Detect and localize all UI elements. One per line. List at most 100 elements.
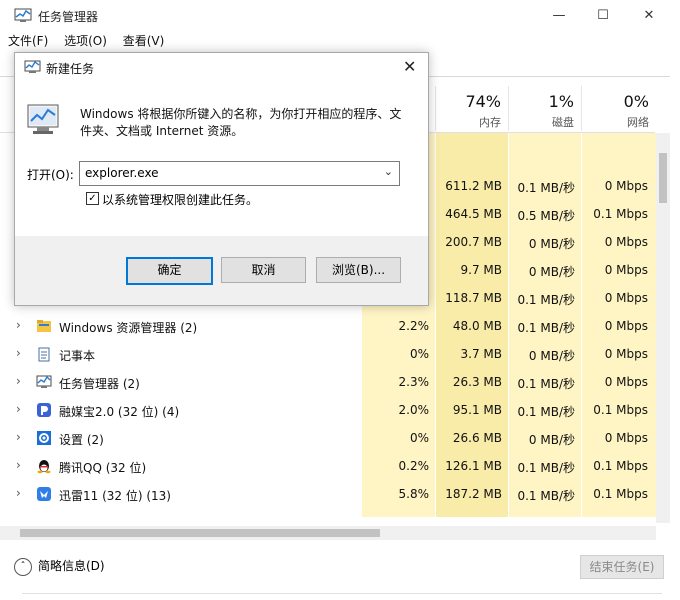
memory-cell: 95.1 MB [452, 403, 502, 417]
disk-cell: 0 MB/秒 [528, 349, 575, 363]
memory-cell: 118.7 MB [445, 291, 502, 305]
process-name: Windows 资源管理器 (2) [59, 321, 198, 335]
cpu-cell: 0.2% [398, 459, 430, 473]
column-header-memory[interactable]: 74% 内存 [435, 86, 508, 131]
disk-percent: 1% [548, 92, 574, 111]
network-cell: 0.1 Mbps [593, 207, 648, 221]
task-manager-icon [36, 374, 52, 390]
network-cell: 0 Mbps [604, 319, 648, 333]
process-row[interactable]: › 腾讯QQ (32 位) 0.2% 126.1 MB 0.1 MB/秒 0.1… [0, 452, 655, 480]
admin-checkbox-label[interactable]: 以系统管理权限创建此任务。 [102, 191, 258, 208]
cpu-cell: 2.0% [398, 403, 430, 417]
memory-cell: 9.7 MB [460, 263, 502, 277]
disk-cell: 0.1 MB/秒 [517, 377, 575, 391]
chevron-right-icon[interactable]: › [16, 346, 21, 360]
task-manager-icon [14, 8, 32, 27]
title-bar: 任务管理器 — ☐ ✕ [0, 0, 680, 31]
network-cell: 0 Mbps [604, 431, 648, 445]
process-row[interactable]: › 记事本 0% 3.7 MB 0 MB/秒 0 Mbps [0, 340, 655, 368]
end-task-button[interactable]: 结束任务(E) [580, 555, 664, 579]
cpu-cell: 2.2% [398, 319, 430, 333]
menu-options[interactable]: 选项(O) [64, 31, 107, 51]
network-cell: 0 Mbps [604, 235, 648, 249]
scrollbar-thumb[interactable] [659, 153, 667, 203]
memory-label: 内存 [479, 116, 501, 129]
chevron-right-icon[interactable]: › [16, 486, 21, 500]
qq-icon [36, 458, 52, 474]
network-cell: 0 Mbps [604, 375, 648, 389]
network-cell: 0 Mbps [604, 347, 648, 361]
process-row[interactable]: › 迅雷11 (32 位) (13) 5.8% 187.2 MB 0.1 MB/… [0, 480, 655, 508]
close-button[interactable]: ✕ [626, 0, 672, 31]
cpu-cell: 2.3% [398, 375, 430, 389]
memory-cell: 48.0 MB [452, 319, 502, 333]
menu-file[interactable]: 文件(F) [8, 31, 48, 51]
dialog-description: Windows 将根据你所键入的名称，为你打开相应的程序、文件夹、文档或 Int… [80, 107, 402, 138]
menu-bar: 文件(F) 选项(O) 查看(V) [8, 31, 176, 51]
admin-checkbox[interactable]: ✓ [86, 192, 99, 205]
chevron-right-icon[interactable]: › [16, 374, 21, 388]
dialog-title: 新建任务 [46, 62, 95, 76]
memory-cell: 200.7 MB [445, 235, 502, 249]
process-name: 任务管理器 (2) [59, 377, 140, 391]
network-cell: 0.1 Mbps [593, 459, 648, 473]
disk-cell: 0.1 MB/秒 [517, 181, 575, 195]
memory-cell: 26.3 MB [452, 375, 502, 389]
network-percent: 0% [623, 92, 649, 111]
network-label: 网络 [627, 116, 649, 129]
notepad-icon [36, 346, 52, 362]
cpu-cell: 5.8% [398, 487, 430, 501]
process-name: 记事本 [59, 349, 96, 363]
ok-button[interactable]: 确定 [126, 257, 213, 285]
browse-button[interactable]: 浏览(B)... [316, 257, 401, 283]
cancel-button[interactable]: 取消 [221, 257, 306, 283]
open-combobox[interactable]: explorer.exe ⌄ [79, 161, 400, 186]
chevron-right-icon[interactable]: › [16, 430, 21, 444]
memory-cell: 126.1 MB [445, 459, 502, 473]
column-header-network[interactable]: 0% 网络 [581, 86, 656, 131]
xunlei-icon [36, 486, 52, 502]
disk-cell: 0.1 MB/秒 [517, 489, 575, 503]
process-row[interactable]: › Windows 资源管理器 (2) 2.2% 48.0 MB 0.1 MB/… [0, 312, 655, 340]
disk-cell: 0.1 MB/秒 [517, 461, 575, 475]
folder-icon [36, 318, 52, 334]
cpu-cell: 0% [409, 347, 429, 361]
process-name: 腾讯QQ (32 位) [59, 461, 147, 475]
horizontal-scrollbar[interactable] [0, 526, 656, 540]
dialog-button-area: 确定 取消 浏览(B)... [15, 236, 428, 305]
fewer-details-label: 简略信息(D) [38, 559, 105, 573]
process-row[interactable]: › 融媒宝2.0 (32 位) (4) 2.0% 95.1 MB 0.1 MB/… [0, 396, 655, 424]
open-input[interactable]: explorer.exe [85, 166, 159, 180]
disk-cell: 0.1 MB/秒 [517, 405, 575, 419]
chevron-right-icon[interactable]: › [16, 318, 21, 332]
maximize-button[interactable]: ☐ [580, 0, 626, 31]
memory-cell: 611.2 MB [445, 179, 502, 193]
chevron-down-icon[interactable]: ⌄ [384, 165, 393, 178]
new-task-dialog: 新建任务 ✕ Windows 将根据你所键入的名称，为你打开相应的程序、文件夹、… [14, 52, 429, 306]
disk-cell: 0 MB/秒 [528, 237, 575, 251]
scrollbar-thumb[interactable] [20, 529, 380, 537]
cpu-cell: 0% [409, 431, 429, 445]
fewer-details-link[interactable]: ˆ 简略信息(D) [14, 557, 105, 576]
dialog-close-button[interactable]: ✕ [403, 57, 416, 76]
network-cell: 0.1 Mbps [593, 403, 648, 417]
disk-cell: 0 MB/秒 [528, 433, 575, 447]
memory-percent: 74% [465, 92, 501, 111]
network-cell: 0 Mbps [604, 179, 648, 193]
network-cell: 0 Mbps [604, 263, 648, 277]
process-name: 设置 (2) [59, 433, 104, 447]
network-cell: 0 Mbps [604, 291, 648, 305]
memory-cell: 187.2 MB [445, 487, 502, 501]
vertical-scrollbar[interactable] [656, 133, 670, 523]
process-row[interactable]: › 任务管理器 (2) 2.3% 26.3 MB 0.1 MB/秒 0 Mbps [0, 368, 655, 396]
column-header-disk[interactable]: 1% 磁盘 [508, 86, 581, 131]
process-name: 融媒宝2.0 (32 位) (4) [59, 405, 180, 419]
minimize-button[interactable]: — [536, 0, 582, 31]
chevron-up-icon: ˆ [14, 557, 32, 576]
open-label: 打开(O): [27, 168, 74, 182]
chevron-right-icon[interactable]: › [16, 402, 21, 416]
memory-cell: 26.6 MB [452, 431, 502, 445]
menu-view[interactable]: 查看(V) [123, 31, 165, 51]
chevron-right-icon[interactable]: › [16, 458, 21, 472]
process-row[interactable]: › 设置 (2) 0% 26.6 MB 0 MB/秒 0 Mbps [0, 424, 655, 452]
